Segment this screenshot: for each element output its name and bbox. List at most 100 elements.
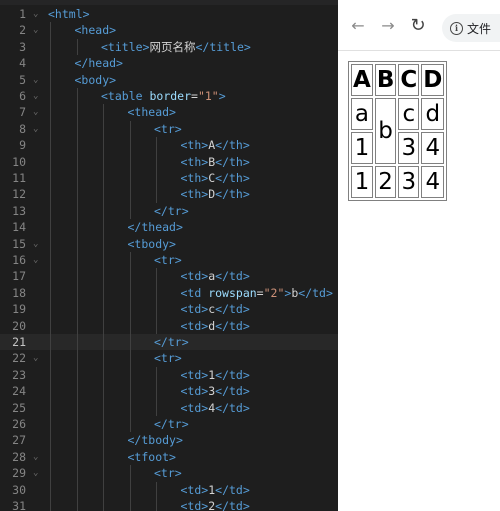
indent-guide bbox=[103, 334, 104, 351]
indent-guide bbox=[103, 350, 104, 367]
code-line[interactable]: 27 </tbody> bbox=[0, 432, 338, 449]
code-line[interactable]: 19 <td>c</td> bbox=[0, 301, 338, 318]
code-line[interactable]: 12 <th>D</th> bbox=[0, 186, 338, 203]
indent-guide bbox=[50, 350, 51, 367]
code-token: </td> bbox=[215, 482, 250, 497]
code-line[interactable]: 24 <td>3</td> bbox=[0, 383, 338, 400]
code-line[interactable]: 1 ⌄ <html> bbox=[0, 6, 338, 22]
code-text: <thead> bbox=[128, 104, 176, 120]
indent-guide bbox=[156, 268, 157, 285]
indent-guide bbox=[50, 120, 51, 138]
code-token: </th> bbox=[215, 138, 250, 153]
indent-guide bbox=[103, 383, 104, 400]
fold-chevron-icon[interactable]: ⌄ bbox=[33, 6, 38, 22]
code-line[interactable]: 22 ⌄ <tr> bbox=[0, 350, 338, 367]
code-line[interactable]: 13 </tr> bbox=[0, 202, 338, 220]
code-line[interactable]: 6 ⌄ <table border="1"> bbox=[0, 88, 338, 105]
code-text: <html> bbox=[48, 6, 90, 22]
indent-guide bbox=[129, 317, 131, 334]
line-number: 16 bbox=[12, 253, 26, 267]
code-token: <th> bbox=[180, 171, 209, 185]
fold-chevron-icon[interactable]: ⌄ bbox=[33, 465, 38, 481]
code-token: </td> bbox=[215, 384, 250, 399]
line-number: 24 bbox=[12, 384, 26, 399]
code-line[interactable]: 28 ⌄ <tfoot> bbox=[0, 448, 338, 466]
line-number: 22 bbox=[12, 351, 26, 366]
fold-chevron-icon[interactable]: ⌄ bbox=[33, 22, 38, 38]
line-number: 20 bbox=[12, 318, 26, 333]
code-line[interactable]: 18 <td rowspan="2">b</td> bbox=[0, 284, 338, 302]
indent-guide bbox=[76, 219, 78, 236]
indent-guide bbox=[129, 170, 131, 187]
browser-toolbar: ← → ↻ i 文件 bbox=[338, 0, 500, 51]
code-line[interactable]: 11 <th>C</th> bbox=[0, 170, 338, 187]
code-text: <tr> bbox=[154, 350, 182, 366]
code-line[interactable]: 2 ⌄ <head> bbox=[0, 22, 338, 39]
foot-cell: 3 bbox=[398, 166, 420, 198]
back-button[interactable]: ← bbox=[346, 13, 370, 37]
forward-button[interactable]: → bbox=[376, 13, 400, 37]
code-text: </tr> bbox=[154, 416, 189, 432]
code-line[interactable]: 23 <td>1</td> bbox=[0, 366, 338, 384]
code-text: <td>c</td> bbox=[181, 301, 250, 317]
code-line[interactable]: 21 </tr> bbox=[0, 334, 338, 351]
indent-guide bbox=[50, 104, 51, 121]
code-text: </tbody> bbox=[128, 432, 183, 448]
code-token: <body> bbox=[74, 72, 117, 87]
code-token: </td> bbox=[215, 367, 250, 382]
line-number: 17 bbox=[12, 269, 26, 284]
code-line[interactable]: 7 ⌄ <thead> bbox=[0, 104, 338, 121]
indent-guide bbox=[129, 186, 131, 203]
indent-guide bbox=[76, 317, 78, 334]
indent-guide bbox=[76, 153, 78, 170]
body-cell: 3 bbox=[398, 132, 420, 164]
line-number: 26 bbox=[12, 417, 26, 431]
code-token: <tr> bbox=[154, 351, 182, 366]
code-line[interactable]: 9 <th>A</th> bbox=[0, 137, 338, 154]
fold-chevron-icon[interactable]: ⌄ bbox=[33, 236, 38, 252]
indent-guide bbox=[76, 137, 78, 154]
indent-guide bbox=[50, 153, 51, 170]
code-line[interactable]: 10 <th>B</th> bbox=[0, 153, 338, 170]
line-number: 6 bbox=[19, 89, 26, 103]
fold-chevron-icon[interactable]: ⌄ bbox=[33, 72, 38, 88]
code-token: <html> bbox=[48, 7, 90, 21]
code-line[interactable]: 30 <td>1</td> bbox=[0, 481, 338, 498]
fold-chevron-icon[interactable]: ⌄ bbox=[33, 88, 38, 104]
indent-guide bbox=[76, 88, 78, 105]
foot-cell: 4 bbox=[421, 166, 445, 198]
code-line[interactable]: 25 <td>4</td> bbox=[0, 399, 338, 416]
code-line[interactable]: 16 ⌄ <tr> bbox=[0, 252, 338, 269]
code-line[interactable]: 8 ⌄ <tr> bbox=[0, 120, 338, 138]
info-icon[interactable]: i bbox=[450, 21, 463, 35]
fold-chevron-icon[interactable]: ⌄ bbox=[33, 121, 38, 137]
code-text: <th>A</th> bbox=[181, 137, 250, 153]
code-line[interactable]: 31 <td>2</td> bbox=[0, 498, 338, 511]
code-line[interactable]: 3 <title>网页名称</title> bbox=[0, 38, 338, 56]
indent-guide bbox=[156, 137, 157, 154]
indent-guide bbox=[156, 186, 157, 203]
code-line[interactable]: 14 </thead> bbox=[0, 219, 338, 236]
code-line[interactable]: 17 <td>a</td> bbox=[0, 268, 338, 285]
code-editor[interactable]: 1 ⌄ <html> 2 ⌄ <head> 3 <title>网页名称</title> 4 </h… bbox=[0, 0, 338, 511]
fold-chevron-icon[interactable]: ⌄ bbox=[33, 104, 38, 120]
line-number: 10 bbox=[12, 154, 26, 169]
code-line[interactable]: 4 </head> bbox=[0, 55, 338, 72]
code-line[interactable]: 5 ⌄ <body> bbox=[0, 71, 338, 88]
fold-chevron-icon[interactable]: ⌄ bbox=[33, 350, 38, 366]
code-token: <tbody> bbox=[127, 236, 176, 251]
code-line[interactable]: 15 ⌄ <tbody> bbox=[0, 235, 338, 252]
fold-chevron-icon[interactable]: ⌄ bbox=[33, 449, 38, 465]
address-bar[interactable]: i 文件 bbox=[442, 14, 500, 42]
code-line[interactable]: 29 ⌄ <tr> bbox=[0, 465, 338, 482]
code-text: <body> bbox=[75, 72, 117, 88]
indent-guide bbox=[76, 448, 78, 466]
fold-chevron-icon[interactable]: ⌄ bbox=[33, 252, 38, 268]
reload-button[interactable]: ↻ bbox=[406, 13, 430, 37]
indent-guide bbox=[129, 416, 131, 433]
code-line[interactable]: 20 <td>d</td> bbox=[0, 317, 338, 334]
indent-guide bbox=[129, 153, 131, 170]
indent-guide bbox=[156, 284, 157, 302]
code-token: <td bbox=[180, 285, 209, 300]
code-line[interactable]: 26 </tr> bbox=[0, 416, 338, 433]
